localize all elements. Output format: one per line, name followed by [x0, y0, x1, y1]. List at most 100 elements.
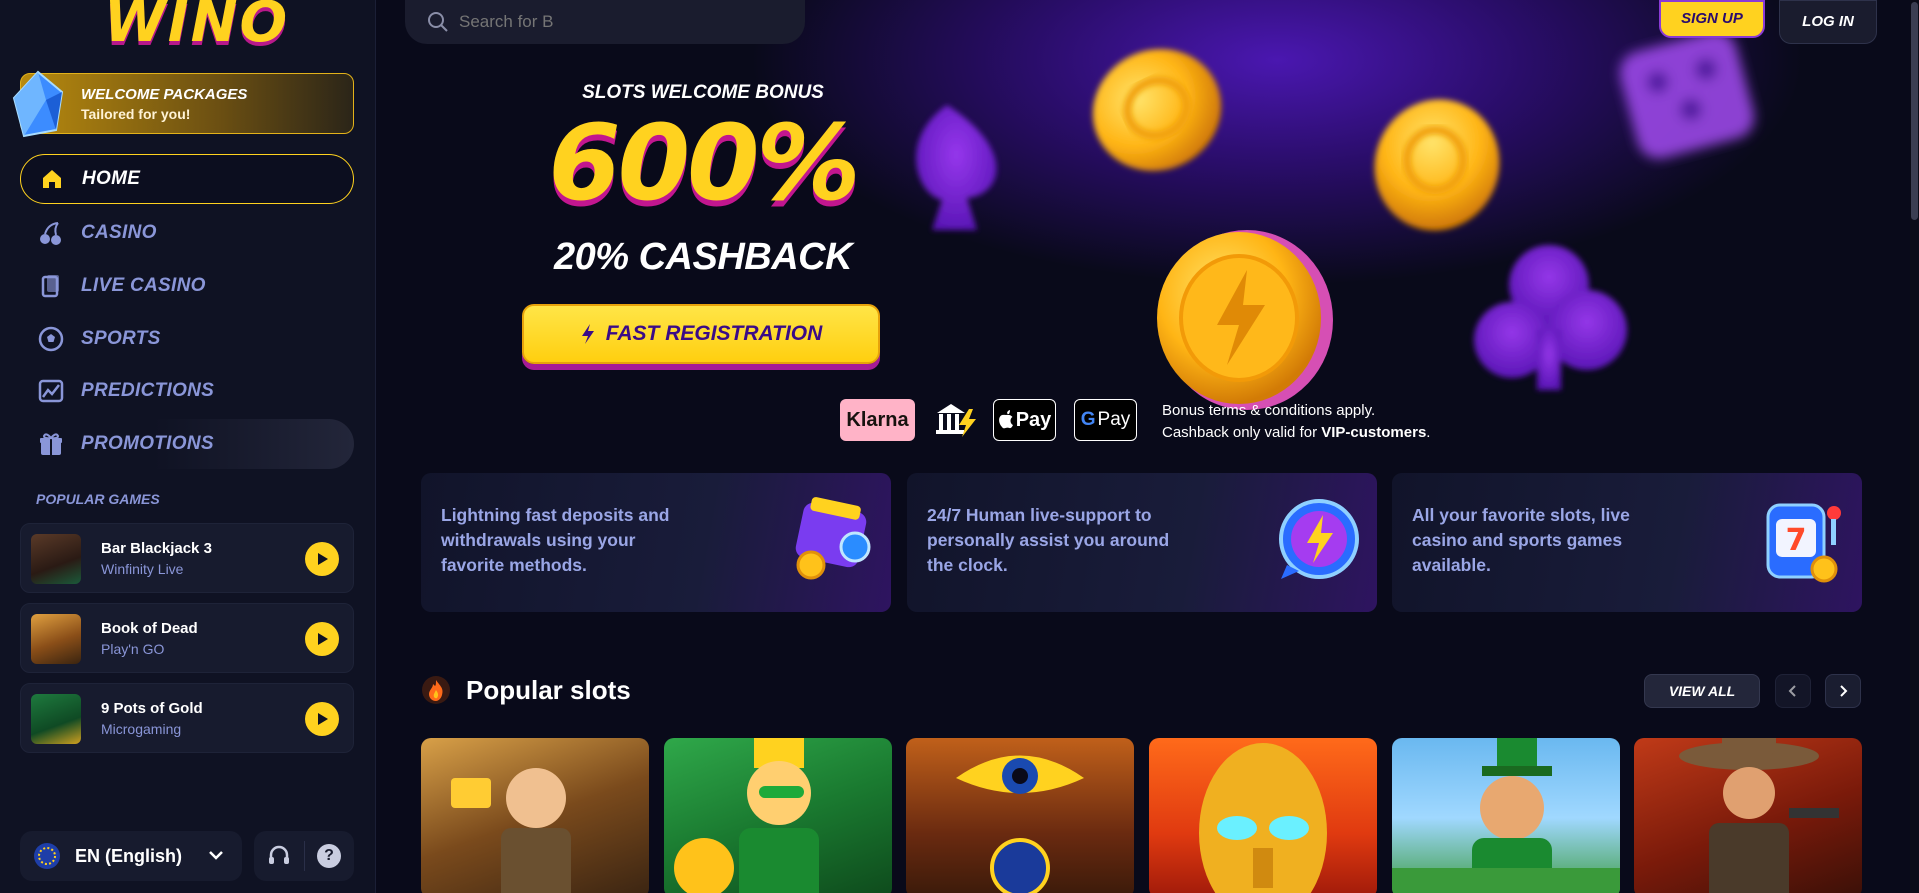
nav-sports[interactable]: SPORTS — [20, 314, 354, 364]
apple-pay-label: Pay — [1015, 408, 1052, 431]
slot-tile-eye-of-horus[interactable] — [906, 738, 1134, 893]
gift-icon — [38, 431, 64, 457]
chevron-right-icon — [1840, 685, 1848, 697]
carousel-prev-button[interactable] — [1775, 674, 1811, 708]
language-selector[interactable]: EN (English) — [20, 831, 242, 881]
game-provider: Microgaming — [101, 721, 182, 737]
search-input[interactable] — [459, 9, 779, 35]
bank-transfer-icon — [933, 399, 979, 441]
terms-line-2: Cashback only valid for VIP-customers. — [1162, 422, 1430, 444]
play-icon[interactable] — [305, 542, 339, 576]
nav-predictions[interactable]: PREDICTIONS — [20, 366, 354, 416]
leprechaun-art — [1392, 738, 1620, 893]
support-box: ? — [254, 831, 354, 881]
feature-card-games: All your favorite slots, live casino and… — [1392, 473, 1862, 612]
lightning-icon — [581, 324, 594, 344]
popular-game-item[interactable]: Bar Blackjack 3 Winfinity Live — [20, 523, 354, 593]
nav-home-label: HOME — [82, 168, 141, 189]
search-icon — [428, 12, 448, 32]
feature-text: 24/7 Human live-support to personally as… — [927, 505, 1170, 575]
terms-line-1: Bonus terms & conditions apply. — [1162, 402, 1376, 419]
welcome-title: WELCOME PACKAGES — [81, 86, 248, 103]
hero-decorations — [916, 31, 1755, 410]
bonus-value: 600% — [548, 102, 860, 224]
google-pay-label: Pay — [1097, 409, 1131, 430]
headset-icon[interactable] — [266, 843, 292, 869]
page: WINO WELCOME PACKAGES Tailored for you! … — [0, 0, 1919, 893]
eye-of-horus-art — [956, 755, 1084, 893]
log-in-button[interactable]: LOG IN — [1779, 0, 1877, 44]
welcome-packages-banner[interactable]: WELCOME PACKAGES Tailored for you! — [20, 73, 354, 134]
diamond-gem-icon — [12, 70, 64, 138]
search-bar[interactable] — [405, 0, 805, 44]
apple-pay-logo: Pay — [993, 399, 1056, 441]
popular-game-item[interactable]: Book of Dead Play'n GO — [20, 603, 354, 673]
google-pay-logo: G Pay — [1074, 399, 1137, 441]
feature-text: All your favorite slots, live casino and… — [1412, 505, 1630, 575]
game-provider: Play'n GO — [101, 641, 165, 657]
spade-shape — [916, 105, 997, 230]
fire-icon — [422, 676, 450, 704]
terms-prefix: Cashback only valid for — [1162, 424, 1322, 441]
slot-tile-cowboy[interactable] — [1634, 738, 1862, 893]
nav-predictions-label: PREDICTIONS — [81, 380, 215, 401]
google-g-icon: G — [1080, 409, 1096, 430]
bonus-title: SLOTS WELCOME BONUS — [582, 82, 824, 103]
leprechaun-art — [674, 738, 819, 893]
slot-machine-icon: 7 — [1766, 503, 1841, 583]
coin-1 — [1092, 49, 1222, 171]
wino-logo[interactable]: WINO — [104, 0, 289, 55]
scrollbar-thumb[interactable] — [1911, 2, 1918, 220]
terms-suffix: . — [1426, 424, 1431, 441]
eu-flag-icon — [34, 843, 60, 869]
game-thumbnail — [31, 694, 81, 744]
chart-icon — [38, 378, 64, 404]
help-icon[interactable]: ? — [317, 844, 341, 868]
nav-promotions[interactable]: PROMOTIONS — [20, 419, 354, 469]
fast-registration-label: FAST REGISTRATION — [605, 322, 823, 345]
feature-text: Lightning fast deposits and withdrawals … — [441, 505, 670, 575]
dice-shape — [1619, 31, 1755, 159]
apple-icon — [998, 410, 1013, 429]
feature-card-support: 24/7 Human live-support to personally as… — [907, 473, 1377, 612]
slot-tile-golden-mask[interactable] — [1149, 738, 1377, 893]
cherries-icon — [38, 220, 64, 246]
play-icon[interactable] — [305, 622, 339, 656]
game-provider: Winfinity Live — [101, 561, 184, 577]
nav-casino[interactable]: CASINO — [20, 208, 354, 258]
divider — [304, 841, 305, 871]
coin-2 — [1374, 99, 1500, 231]
vip-customers-text: VIP-customers — [1321, 424, 1427, 441]
golden-mask-art — [1199, 743, 1327, 893]
popular-game-item[interactable]: 9 Pots of Gold Microgaming — [20, 683, 354, 753]
slot-tile-book-of-dead[interactable] — [421, 738, 649, 893]
slot-tile-leprechaun-riches[interactable] — [664, 738, 892, 893]
nav-casino-label: CASINO — [81, 222, 157, 243]
welcome-subtitle: Tailored for you! — [81, 106, 191, 122]
hero-background — [377, 0, 1919, 460]
carousel-next-button[interactable] — [1825, 674, 1861, 708]
svg-text:7: 7 — [1786, 523, 1807, 558]
wallet-icon — [795, 497, 871, 580]
nav-home[interactable]: HOME — [20, 154, 354, 204]
slot-tile-leprechaun[interactable] — [1392, 738, 1620, 893]
soccer-ball-icon — [38, 326, 64, 352]
popular-games-heading: POPULAR GAMES — [36, 491, 160, 507]
view-all-button[interactable]: VIEW ALL — [1644, 674, 1760, 708]
fast-registration-button[interactable]: FAST REGISTRATION — [522, 304, 880, 364]
chat-bolt-icon — [1279, 499, 1359, 579]
cowboy-art — [1679, 738, 1839, 893]
page-scrollbar[interactable] — [1910, 0, 1919, 893]
sidebar: WINO WELCOME PACKAGES Tailored for you! … — [0, 0, 376, 893]
game-name: Bar Blackjack 3 — [101, 540, 212, 557]
game-name: 9 Pots of Gold — [101, 700, 203, 717]
explorer-art — [451, 768, 571, 893]
game-thumbnail — [31, 534, 81, 584]
sign-up-button[interactable]: SIGN UP — [1659, 0, 1765, 38]
chevron-left-icon — [1788, 685, 1796, 697]
club-shape — [1474, 245, 1627, 390]
nav-sports-label: SPORTS — [81, 328, 161, 349]
play-icon[interactable] — [305, 702, 339, 736]
cashback-text: 20% CASHBACK — [553, 236, 853, 278]
nav-live-casino[interactable]: LIVE CASINO — [20, 261, 354, 311]
